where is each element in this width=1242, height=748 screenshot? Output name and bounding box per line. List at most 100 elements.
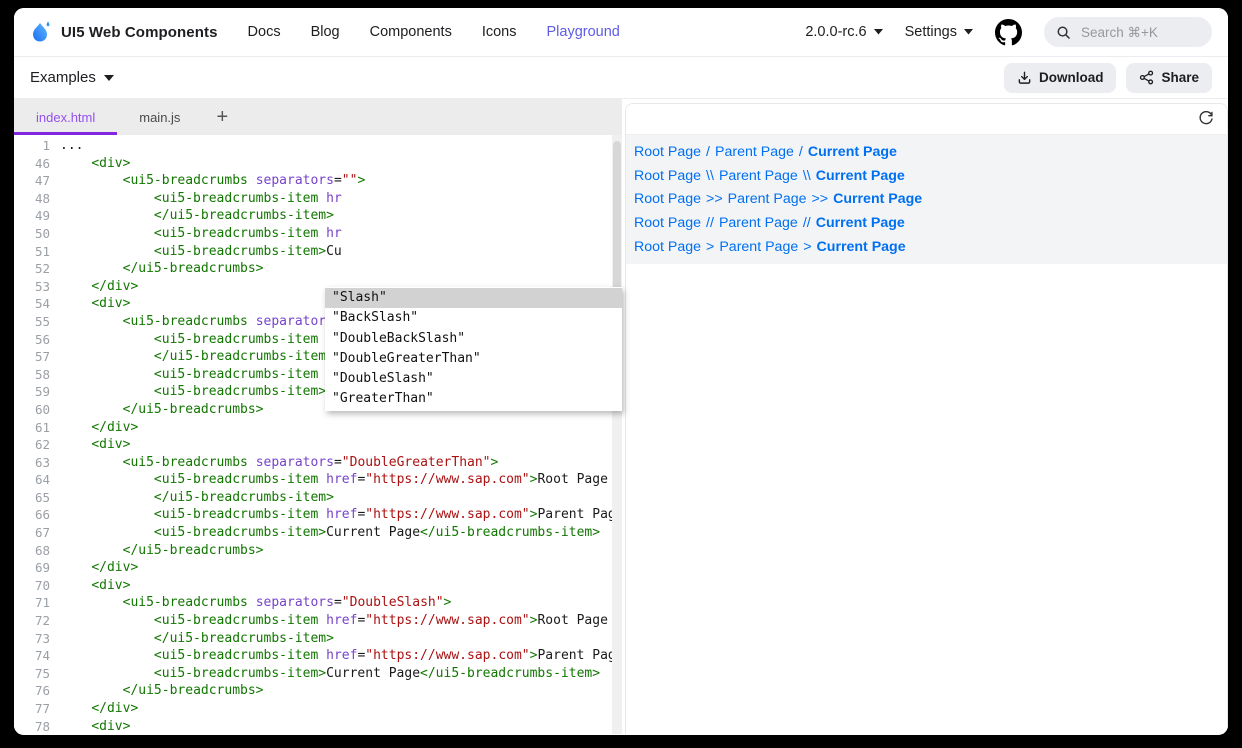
nav-item-docs[interactable]: Docs <box>248 24 281 40</box>
top-nav: UI5 Web Components Docs Blog Components … <box>14 8 1228 57</box>
nav-item-components[interactable]: Components <box>370 24 452 40</box>
line-number: 64 <box>14 471 60 489</box>
code-editor: index.html main.js + 1...46 <div>47 <ui5… <box>14 99 622 734</box>
preview-pane: Root Page/Parent Page/Current PageRoot P… <box>625 99 1228 734</box>
search-box[interactable] <box>1044 17 1212 47</box>
breadcrumb-link[interactable]: Parent Page <box>728 191 807 207</box>
breadcrumb-link[interactable]: Root Page <box>634 239 701 255</box>
code-text: </ui5-breadcrumbs-item> <box>60 207 334 225</box>
breadcrumb-link[interactable]: Root Page <box>634 144 701 160</box>
code-line[interactable]: 46 <div> <box>14 155 622 173</box>
code-line[interactable]: 76 </ui5-breadcrumbs> <box>14 682 622 700</box>
examples-label: Examples <box>30 69 96 86</box>
code-line[interactable]: 67 <ui5-breadcrumbs-item>Current Page</u… <box>14 524 622 542</box>
add-tab-button[interactable]: + <box>202 99 242 135</box>
code-line[interactable]: 49 </ui5-breadcrumbs-item> <box>14 207 622 225</box>
code-line[interactable]: 1... <box>14 137 622 155</box>
breadcrumb-link[interactable]: Root Page <box>634 191 701 207</box>
code-line[interactable]: 62 <div> <box>14 436 622 454</box>
autocomplete-item[interactable]: "DoubleGreaterThan" <box>325 349 622 369</box>
refresh-icon[interactable] <box>1198 111 1215 128</box>
breadcrumb-link[interactable]: Parent Page <box>719 239 798 255</box>
breadcrumb-link[interactable]: Parent Page <box>719 215 798 231</box>
code-text: </div> <box>60 559 138 577</box>
code-line[interactable]: 47 <ui5-breadcrumbs separators=""> <box>14 172 622 190</box>
download-button[interactable]: Download <box>1004 63 1117 93</box>
code-line[interactable]: 77 </div> <box>14 700 622 718</box>
code-line[interactable]: 70 <div> <box>14 577 622 595</box>
breadcrumb-separator: > <box>706 239 714 255</box>
line-number: 66 <box>14 506 60 524</box>
code-line[interactable]: 50 <ui5-breadcrumbs-item hr <box>14 225 622 243</box>
breadcrumbs-row: Root Page>Parent Page>Current Page <box>634 235 1227 259</box>
tab-main-js[interactable]: main.js <box>117 99 202 135</box>
line-number: 72 <box>14 612 60 630</box>
line-number: 65 <box>14 489 60 507</box>
breadcrumb-link[interactable]: Root Page <box>634 168 701 184</box>
autocomplete-item[interactable]: "GreaterThan" <box>325 389 622 409</box>
line-number: 47 <box>14 172 60 190</box>
header-right: 2.0.0-rc.6 Settings <box>805 17 1212 47</box>
search-input[interactable] <box>1079 24 1193 41</box>
code-text: <ui5-breadcrumbs-item href="https://www.… <box>60 506 622 524</box>
toolbar-actions: Download Share <box>1004 63 1212 93</box>
version-dropdown[interactable]: 2.0.0-rc.6 <box>805 24 882 40</box>
code-line[interactable]: 63 <ui5-breadcrumbs separators="DoubleGr… <box>14 454 622 472</box>
github-icon <box>995 19 1022 46</box>
code-text: <ui5-breadcrumbs-item>Current Page</ui5-… <box>60 524 600 542</box>
line-number: 46 <box>14 155 60 173</box>
code-line[interactable]: 65 </ui5-breadcrumbs-item> <box>14 489 622 507</box>
editor-scrollbar[interactable] <box>612 135 622 734</box>
code-line[interactable]: 71 <ui5-breadcrumbs separators="DoubleSl… <box>14 594 622 612</box>
examples-dropdown[interactable]: Examples <box>30 69 113 86</box>
code-line[interactable]: 69 </div> <box>14 559 622 577</box>
code-line[interactable]: 52 </ui5-breadcrumbs> <box>14 260 622 278</box>
line-number: 52 <box>14 260 60 278</box>
line-number: 59 <box>14 383 60 401</box>
code-line[interactable]: 75 <ui5-breadcrumbs-item>Current Page</u… <box>14 665 622 683</box>
autocomplete-item[interactable]: "DoubleBackSlash" <box>325 329 622 349</box>
code-line[interactable]: 68 </ui5-breadcrumbs> <box>14 542 622 560</box>
code-line[interactable]: 48 <ui5-breadcrumbs-item hr <box>14 190 622 208</box>
code-line[interactable]: 72 <ui5-breadcrumbs-item href="https://w… <box>14 612 622 630</box>
share-button[interactable]: Share <box>1126 63 1212 93</box>
breadcrumb-separator: >> <box>706 191 723 207</box>
breadcrumb-link[interactable]: Parent Page <box>719 168 798 184</box>
line-number: 77 <box>14 700 60 718</box>
line-number: 61 <box>14 419 60 437</box>
breadcrumb-link[interactable]: Parent Page <box>715 144 794 160</box>
line-number: 76 <box>14 682 60 700</box>
tab-index-html[interactable]: index.html <box>14 99 117 135</box>
settings-dropdown[interactable]: Settings <box>905 24 973 40</box>
code-line[interactable]: 66 <ui5-breadcrumbs-item href="https://w… <box>14 506 622 524</box>
code-lines[interactable]: 1...46 <div>47 <ui5-breadcrumbs separato… <box>14 135 622 734</box>
breadcrumb-link[interactable]: Root Page <box>634 215 701 231</box>
line-number: 53 <box>14 278 60 296</box>
line-number: 1 <box>14 137 60 155</box>
line-number: 58 <box>14 366 60 384</box>
preview-header <box>626 104 1227 135</box>
nav-item-blog[interactable]: Blog <box>311 24 340 40</box>
line-number: 60 <box>14 401 60 419</box>
github-link[interactable] <box>995 19 1022 46</box>
breadcrumb-separator: / <box>706 144 710 160</box>
code-line[interactable]: 64 <ui5-breadcrumbs-item href="https://w… <box>14 471 622 489</box>
code-line[interactable]: 73 </ui5-breadcrumbs-item> <box>14 630 622 648</box>
autocomplete-item[interactable]: "DoubleSlash" <box>325 369 622 389</box>
code-line[interactable]: 78 <div> <box>14 718 622 734</box>
autocomplete-item[interactable]: "BackSlash" <box>325 308 622 328</box>
nav-item-icons[interactable]: Icons <box>482 24 517 40</box>
code-line[interactable]: 74 <ui5-breadcrumbs-item href="https://w… <box>14 647 622 665</box>
code-line[interactable]: 61 </div> <box>14 419 622 437</box>
brand-link[interactable]: UI5 Web Components <box>30 20 218 44</box>
breadcrumb-separator: // <box>706 215 714 231</box>
code-text: </ui5-breadcrumbs> <box>60 401 264 419</box>
line-number: 54 <box>14 295 60 313</box>
line-number: 63 <box>14 454 60 472</box>
autocomplete-item[interactable]: "Slash" <box>325 288 622 308</box>
code-text: <ui5-breadcrumbs-item href="https://www.… <box>60 612 608 630</box>
code-line[interactable]: 51 <ui5-breadcrumbs-item>Cu <box>14 243 622 261</box>
nav-item-playground[interactable]: Playground <box>547 24 620 40</box>
line-number: 78 <box>14 718 60 734</box>
line-number: 57 <box>14 348 60 366</box>
